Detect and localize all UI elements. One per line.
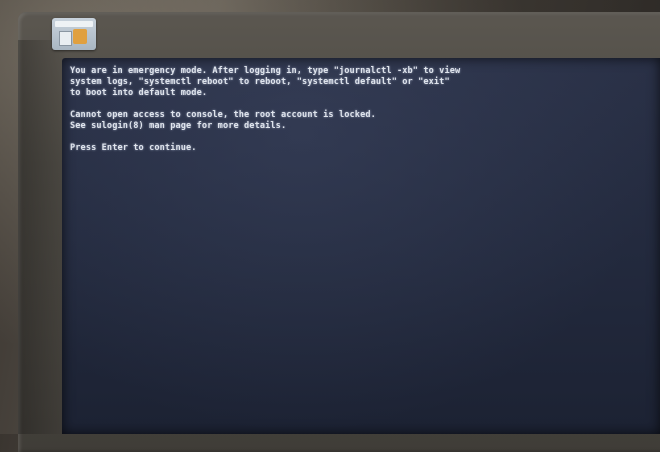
monitor-screen[interactable]: You are in emergency mode. After logging…	[62, 58, 660, 434]
console-line: system logs, "systemctl reboot" to reboo…	[70, 77, 450, 87]
sticker-logo-accent	[73, 29, 87, 44]
emergency-mode-console[interactable]: You are in emergency mode. After logging…	[70, 66, 630, 154]
vendor-sticker	[52, 18, 96, 50]
bezel-shadow	[18, 40, 68, 434]
console-line: See sulogin(8) man page for more details…	[70, 121, 287, 131]
console-line: to boot into default mode.	[70, 88, 208, 98]
console-line: Cannot open access to console, the root …	[70, 110, 376, 120]
console-line: You are in emergency mode. After logging…	[70, 66, 461, 76]
sticker-logo-tile	[59, 31, 72, 46]
press-enter-prompt: Press Enter to continue.	[70, 143, 197, 153]
sticker-label-strip	[55, 21, 93, 27]
